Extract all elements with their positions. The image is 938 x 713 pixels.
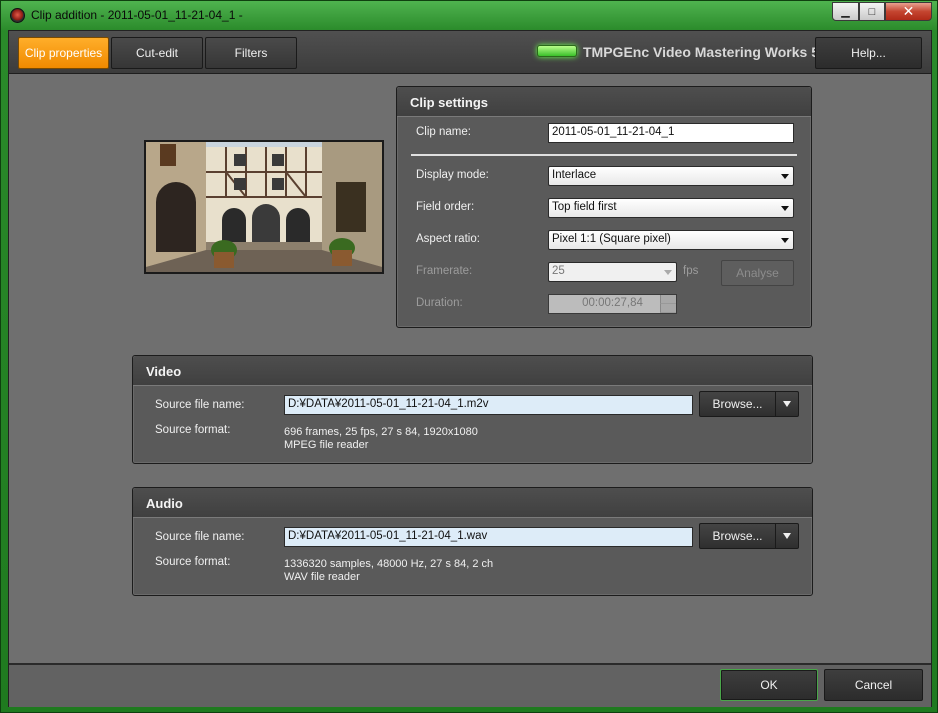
clip-settings-title: Clip settings <box>410 95 489 110</box>
clip-name-input[interactable]: 2011-05-01_11-21-04_1 <box>548 123 794 143</box>
audio-browse-button[interactable]: Browse... <box>699 523 799 549</box>
app-logo-icon[interactable] <box>10 8 25 23</box>
video-header: Video <box>133 356 812 386</box>
audio-format-line2: WAV file reader <box>284 571 360 583</box>
duration-label: Duration: <box>416 297 463 309</box>
minimize-button[interactable]: ▁ <box>832 2 859 21</box>
help-button[interactable]: Help... <box>815 37 922 69</box>
cancel-button[interactable]: Cancel <box>824 669 923 701</box>
framerate-label: Framerate: <box>416 265 473 277</box>
aspect-ratio-label: Aspect ratio: <box>416 233 480 245</box>
framerate-select[interactable]: 25 <box>548 262 677 282</box>
clip-settings-panel: Clip settings Clip name: 2011-05-01_11-2… <box>396 86 812 328</box>
close-button[interactable]: ✕ <box>885 2 932 21</box>
minimize-icon: ▁ <box>841 6 850 18</box>
video-source-file-label: Source file name: <box>155 399 245 411</box>
video-panel: Video Source file name: D:¥DATA¥2011-05-… <box>132 355 813 464</box>
chevron-down-icon <box>664 270 672 275</box>
fps-unit-label: fps <box>683 265 699 277</box>
aspect-ratio-value: Pixel 1:1 (Square pixel) <box>552 233 671 245</box>
clip-preview-image <box>144 140 384 274</box>
audio-format-info: 1336320 samples, 48000 Hz, 27 s 84, 2 ch… <box>284 558 493 584</box>
maximize-icon: □ <box>868 5 876 18</box>
audio-format-line1: 1336320 samples, 48000 Hz, 27 s 84, 2 ch <box>284 558 494 570</box>
courtyard-thumbnail-icon <box>146 142 382 272</box>
brand-title: TMPGEnc Video Mastering Works 5 <box>583 44 819 60</box>
audio-title: Audio <box>146 496 183 511</box>
tab-cut-edit[interactable]: Cut-edit <box>111 37 203 69</box>
settings-divider <box>411 154 797 156</box>
analyse-button[interactable]: Analyse <box>721 260 794 286</box>
clip-settings-header: Clip settings <box>397 87 811 117</box>
audio-browse-label[interactable]: Browse... <box>700 524 776 548</box>
audio-source-format-label: Source format: <box>155 556 231 568</box>
field-order-label: Field order: <box>416 201 475 213</box>
clip-name-label: Clip name: <box>416 126 471 138</box>
field-order-value: Top field first <box>552 201 617 213</box>
audio-browse-dropdown[interactable] <box>776 524 798 548</box>
video-title: Video <box>146 364 182 379</box>
aspect-ratio-select[interactable]: Pixel 1:1 (Square pixel) <box>548 230 794 250</box>
dialog-body: Clip properties Cut-edit Filters TMPGEnc… <box>8 30 932 707</box>
status-led-icon <box>537 45 577 57</box>
audio-panel: Audio Source file name: D:¥DATA¥2011-05-… <box>132 487 813 596</box>
video-format-line1: 696 frames, 25 fps, 27 s 84, 1920x1080 <box>284 426 478 438</box>
audio-source-file-label: Source file name: <box>155 531 245 543</box>
title-bar[interactable]: Clip addition - 2011-05-01_11-21-04_1 - … <box>1 1 938 29</box>
video-format-line2: MPEG file reader <box>284 439 369 451</box>
app-window: Clip addition - 2011-05-01_11-21-04_1 - … <box>0 0 938 713</box>
window-controls: ▁ □ ✕ <box>832 2 932 21</box>
video-source-file-input[interactable]: D:¥DATA¥2011-05-01_11-21-04_1.m2v <box>284 395 693 415</box>
display-mode-select[interactable]: Interlace <box>548 166 794 186</box>
framerate-value: 25 <box>552 265 565 277</box>
audio-header: Audio <box>133 488 812 518</box>
maximize-button[interactable]: □ <box>859 2 885 21</box>
tab-filters[interactable]: Filters <box>205 37 297 69</box>
top-toolbar: Clip properties Cut-edit Filters TMPGEnc… <box>9 31 931 74</box>
chevron-down-icon <box>781 206 789 211</box>
audio-source-file-input[interactable]: D:¥DATA¥2011-05-01_11-21-04_1.wav <box>284 527 693 547</box>
chevron-down-icon <box>781 238 789 243</box>
chevron-down-icon <box>781 174 789 179</box>
video-source-format-label: Source format: <box>155 424 231 436</box>
field-order-select[interactable]: Top field first <box>548 198 794 218</box>
duration-stepper[interactable]: 00:00:27,84 <box>548 294 677 314</box>
video-browse-dropdown[interactable] <box>776 392 798 416</box>
close-icon: ✕ <box>902 3 915 19</box>
chevron-down-icon <box>783 533 791 539</box>
chevron-down-icon <box>783 401 791 407</box>
stepper-arrows-icon[interactable] <box>660 295 676 313</box>
video-format-info: 696 frames, 25 fps, 27 s 84, 1920x1080 M… <box>284 426 478 452</box>
window-title: Clip addition - 2011-05-01_11-21-04_1 - <box>31 8 243 22</box>
display-mode-value: Interlace <box>552 169 597 181</box>
video-browse-button[interactable]: Browse... <box>699 391 799 417</box>
ok-button[interactable]: OK <box>720 669 818 701</box>
tab-clip-properties[interactable]: Clip properties <box>18 37 109 69</box>
duration-value: 00:00:27,84 <box>582 297 643 309</box>
video-browse-label[interactable]: Browse... <box>700 392 776 416</box>
display-mode-label: Display mode: <box>416 169 489 181</box>
